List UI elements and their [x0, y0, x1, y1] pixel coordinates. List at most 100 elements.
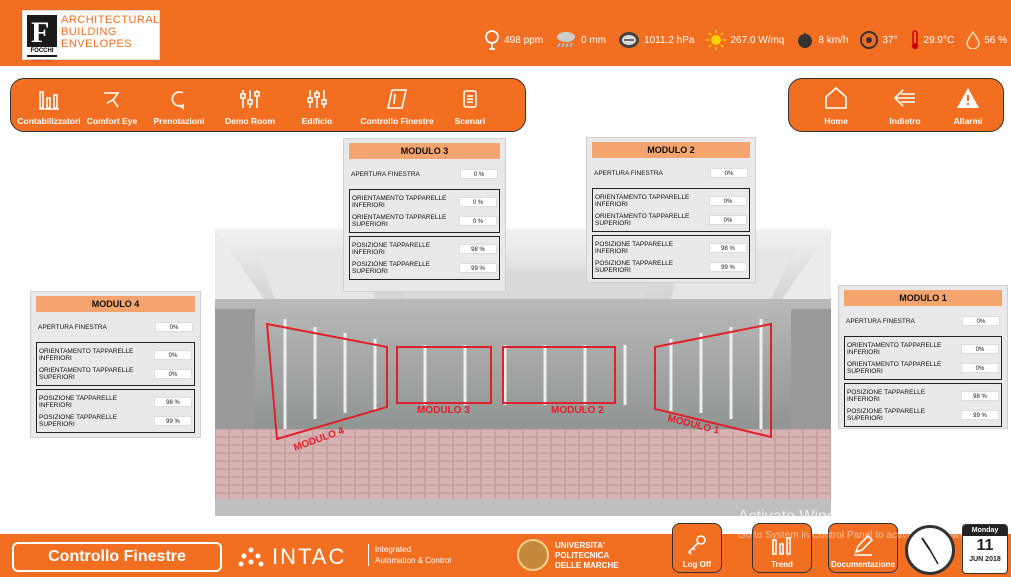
module-4-title: MODULO 4 [36, 296, 195, 312]
module-3-pos-sup-row: POSIZIONE TAPPARELLE SUPERIORI 99 % [352, 261, 497, 275]
tree-icon [485, 30, 500, 50]
intac-subtitle: Integrated Automation & Control [368, 544, 451, 566]
module-3-apertura-row: APERTURA FINESTRA 0 % [349, 169, 500, 179]
pos-inf-label: POSIZIONE TAPPARELLE INFERIORI [352, 242, 431, 256]
nav-prenotazioni[interactable]: Prenotazioni [143, 88, 215, 131]
module-3-or-inf-row: ORIENTAMENTO TAPPARELLE INFERIORI 0 % [352, 195, 497, 209]
nav-prenotazioni-label: Prenotazioni [153, 116, 205, 126]
rain-icon [557, 32, 576, 48]
module-2-pos-inf-value: 98 % [709, 243, 747, 253]
pos-sup-label: POSIZIONE TAPPARELLE SUPERIORI [847, 408, 926, 422]
pos-sup-label: POSIZIONE TAPPARELLE SUPERIORI [595, 260, 674, 274]
nav-controllo-finestre-label: Controllo Finestre [360, 116, 434, 126]
apertura-label: APERTURA FINESTRA [846, 317, 915, 325]
sensor-temperature: 29.9°C [910, 30, 955, 50]
meter-icon [39, 91, 59, 110]
module-2-pos-inf-row: POSIZIONE TAPPARELLE INFERIORI 98 % [595, 241, 747, 255]
university-name: UNIVERSITA' POLITECNICA DELLE MARCHE [555, 541, 619, 571]
apertura-label: APERTURA FINESTRA [38, 323, 107, 331]
window-icon [387, 89, 407, 109]
focchi-mark: F FOCCHI SINCE 1914 [27, 15, 57, 63]
intac-sub-line1: Integrated [375, 545, 412, 554]
or-sup-label: ORIENTAMENTO TAPPARELLE SUPERIORI [847, 361, 942, 375]
logoff-button[interactable]: Log Off [672, 523, 722, 573]
or-inf-label: ORIENTAMENTO TAPPARELLE INFERIORI [847, 342, 942, 356]
logoff-label: Log Off [682, 560, 712, 569]
module-3-orientamento-group: ORIENTAMENTO TAPPARELLE INFERIORI 0 % ORI… [349, 189, 500, 233]
module-2-or-inf-value: 0% [709, 196, 747, 206]
nav-home[interactable]: Home [803, 86, 869, 131]
secondary-nav: Home Indietro Allarmi [788, 78, 1004, 132]
sensor-pressure: 1011.2 hPa [618, 31, 694, 49]
compass-icon [860, 31, 879, 49]
room-label-m3: MODULO 3 [417, 405, 470, 416]
trend-label: Trend [771, 560, 793, 569]
module-3-posizione-group: POSIZIONE TAPPARELLE INFERIORI 98 % POSIZ… [349, 236, 500, 280]
pressure-gauge-icon [619, 32, 640, 48]
alarm-icon [957, 88, 979, 108]
module-2-or-inf-row: ORIENTAMENTO TAPPARELLE INFERIORI 0% [595, 194, 747, 208]
focchi-logo: F FOCCHI SINCE 1914 ARCHITECTURAL BUILDI… [22, 10, 160, 63]
sensor-wind-value: 8 km/h [818, 34, 849, 46]
module-2-posizione-group: POSIZIONE TAPPARELLE INFERIORI 98 % POSIZ… [592, 235, 750, 279]
sensor-humidity: 56 % [966, 31, 1007, 49]
module-3-pos-inf-row: POSIZIONE TAPPARELLE INFERIORI 98 % [352, 242, 497, 256]
module-1-posizione-group: POSIZIONE TAPPARELLE INFERIORI 98 % POSIZ… [844, 383, 1002, 427]
nav-scenari[interactable]: Scenari [445, 88, 495, 131]
analog-clock [905, 525, 955, 575]
module-3-or-sup-row: ORIENTAMENTO TAPPARELLE SUPERIORI 0 % [352, 214, 497, 228]
nav-controllo-finestre[interactable]: Controllo Finestre [349, 88, 445, 131]
logo-line3: ENVELOPES [61, 38, 133, 50]
apertura-label: APERTURA FINESTRA [351, 170, 420, 178]
apertura-label: APERTURA FINESTRA [594, 169, 663, 177]
logo-text: ARCHITECTURAL BUILDING ENVELOPES [61, 14, 160, 50]
module-4-pos-inf-value: 98 % [154, 397, 192, 407]
module-4-panel: MODULO 4 APERTURA FINESTRA 0% ORIENTAMENT… [30, 291, 201, 438]
key-icon [687, 535, 706, 555]
module-4-or-sup-value: 0% [154, 369, 192, 379]
sensor-co2: 498 ppm [484, 30, 543, 50]
logo-line2: BUILDING [61, 26, 117, 38]
nav-demo-room[interactable]: Demo Room [215, 88, 285, 131]
nav-edificio[interactable]: Edificio [285, 88, 349, 131]
module-3-title: MODULO 3 [349, 143, 500, 159]
or-inf-label: ORIENTAMENTO TAPPARELLE INFERIORI [352, 195, 447, 209]
sun-icon [706, 30, 727, 50]
nav-allarmi[interactable]: Allarmi [941, 86, 995, 131]
current-page-label: Controllo Finestre [12, 542, 222, 572]
sensor-pressure-value: 1011.2 hPa [644, 34, 695, 46]
module-2-apertura-row: APERTURA FINESTRA 0% [592, 168, 750, 178]
nav-home-label: Home [824, 116, 848, 126]
nav-allarmi-label: Allarmi [953, 116, 983, 126]
nav-indietro[interactable]: Indietro [869, 86, 941, 131]
intac-wordmark: INTAC [272, 544, 347, 569]
univ-line1: UNIVERSITA' [555, 541, 605, 550]
module-3-or-sup-value: 0 % [459, 216, 497, 226]
comfort-eye-icon [104, 92, 120, 108]
intac-logo: INTAC [238, 544, 346, 570]
nav-comfort-eye[interactable]: Comfort Eye [81, 88, 143, 131]
module-1-pos-sup-value: 99 % [961, 410, 999, 420]
module-1-orientamento-group: ORIENTAMENTO TAPPARELLE INFERIORI 0% ORIE… [844, 336, 1002, 380]
humidity-drop-icon [966, 31, 980, 49]
booking-icon [171, 91, 184, 110]
module-4-pos-sup-row: POSIZIONE TAPPARELLE SUPERIORI 99 % [39, 414, 192, 428]
nav-contabilizzatori-label: Contabilizzatori [17, 116, 81, 126]
documentazione-label: Documentazione [830, 560, 895, 569]
top-header: F FOCCHI SINCE 1914 ARCHITECTURAL BUILDI… [0, 0, 1011, 66]
logo-brand: FOCCHI [27, 47, 57, 55]
sensor-temperature-value: 29.9°C [923, 34, 955, 46]
intac-sub-line2: Automation & Control [375, 556, 452, 565]
calendar-month: JUN 2018 [969, 556, 1001, 563]
nav-contabilizzatori[interactable]: Contabilizzatori [17, 88, 81, 131]
sensor-strip: 498 ppm 0 mm 1011.2 hPa 267.0 W/mq 8 km/… [472, 30, 1007, 50]
module-2-title: MODULO 2 [592, 142, 750, 158]
thermometer-icon [911, 30, 918, 50]
logo-since: SINCE 1914 [30, 58, 54, 63]
nav-edificio-label: Edificio [301, 116, 333, 126]
or-sup-label: ORIENTAMENTO TAPPARELLE SUPERIORI [39, 367, 134, 381]
calendar-weekday: Monday [963, 525, 1007, 536]
module-2-pos-sup-row: POSIZIONE TAPPARELLE SUPERIORI 99 % [595, 260, 747, 274]
module-4-orientamento-group: ORIENTAMENTO TAPPARELLE INFERIORI 0% ORIE… [36, 342, 195, 386]
module-1-pos-inf-row: POSIZIONE TAPPARELLE INFERIORI 98 % [847, 389, 999, 403]
